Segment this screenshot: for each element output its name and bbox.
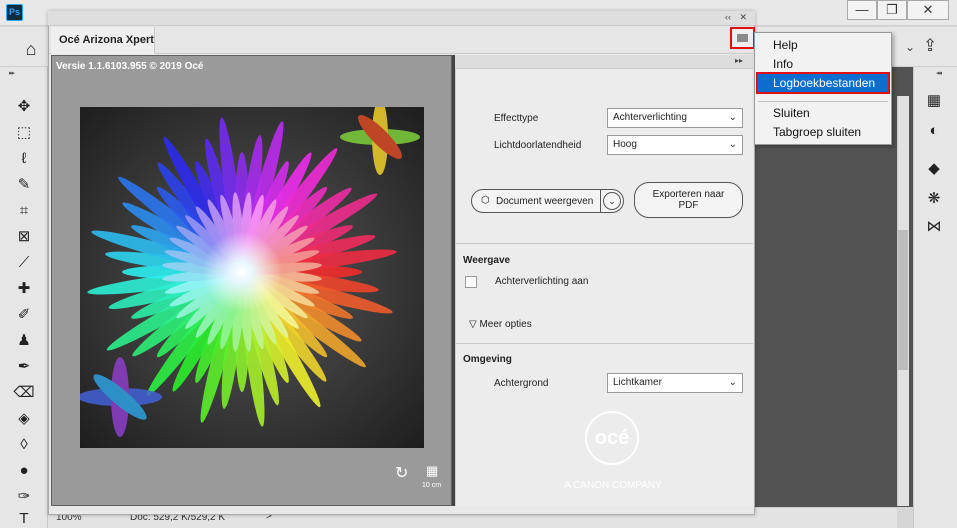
export-pdf-label-line1: Exporteren naar [652, 189, 725, 200]
transmittance-value: Hoog [613, 139, 637, 150]
oce-logo: océ [585, 411, 639, 465]
transmittance-label: Lichtdoorlatendheid [494, 140, 582, 151]
divider [455, 343, 753, 344]
background-value: Lichtkamer [613, 377, 662, 388]
brush-tool-icon[interactable]: ✐ [12, 304, 36, 326]
chevron-down-icon: ⌄ [728, 112, 737, 123]
transmittance-select[interactable]: Hoog ⌄ [607, 135, 743, 155]
menu-item-info[interactable]: Info [773, 57, 793, 71]
version-label: Versie 1.1.6103.955 © 2019 Océ [56, 61, 204, 72]
expand-icon[interactable]: ▸▸ [735, 56, 743, 65]
libraries-panel-icon[interactable]: ▦ [922, 90, 946, 112]
channels-panel-icon[interactable]: ❋ [922, 188, 946, 210]
menu-item-tabgroep-sluiten[interactable]: Tabgroep sluiten [773, 125, 861, 139]
paths-panel-icon[interactable]: ⋈ [922, 216, 946, 238]
dodge-tool-icon[interactable]: ● [12, 460, 36, 482]
panel-menu-button[interactable] [730, 27, 755, 49]
chevron-down-icon: ⌄ [728, 377, 737, 388]
adjustments-panel-icon[interactable]: ◐ [922, 120, 946, 142]
split-divider [600, 189, 601, 213]
divider [455, 243, 753, 244]
grid-icon[interactable]: ▦ [426, 463, 438, 479]
hamburger-icon [737, 34, 748, 42]
scale-label: 10 cm [422, 482, 442, 489]
history-brush-tool-icon[interactable]: ✒ [12, 356, 36, 378]
environment-section-title: Omgeving [463, 354, 512, 365]
view-document-label: Document weergeven [496, 196, 594, 207]
canon-company-tagline: A CANON COMPANY [564, 480, 662, 491]
tab-oce-arizona-xpert[interactable]: Océ Arizona Xpert [51, 27, 155, 54]
menu-item-help[interactable]: Help [773, 38, 798, 52]
backlight-on-label: Achterverlichting aan [495, 276, 589, 287]
dropdown-chevron-icon[interactable]: ⌄ [603, 192, 621, 210]
background-select[interactable]: Lichtkamer ⌄ [607, 373, 743, 393]
layers-panel-icon[interactable]: ◆ [922, 158, 946, 180]
close-window-button[interactable]: ✕ [907, 0, 949, 20]
settings-pane-header: ▸▸ [455, 55, 753, 69]
minimize-button[interactable]: — [847, 0, 877, 20]
menu-item-logboekbestanden[interactable]: Logboekbestanden [773, 76, 875, 90]
frame-tool-icon[interactable]: ⊠ [12, 226, 36, 248]
chevron-down-icon[interactable]: ⌄ [905, 40, 915, 54]
marquee-tool-icon[interactable]: ⬚ [12, 122, 36, 144]
quick-select-tool-icon[interactable]: ✎ [12, 174, 36, 196]
eraser-tool-icon[interactable]: ⌫ [12, 382, 36, 404]
more-options-toggle[interactable]: ▽ Meer opties [469, 319, 532, 330]
export-pdf-button[interactable]: Exporteren naar PDF [634, 182, 743, 218]
reset-view-icon[interactable]: ↻ [395, 463, 408, 483]
cube-icon: ⬡ [481, 195, 490, 206]
effect-type-value: Achterverlichting [613, 112, 687, 123]
menu-separator [758, 101, 888, 102]
share-icon[interactable]: ⇪ [923, 36, 937, 56]
eyedropper-tool-icon[interactable]: ⟋ [12, 252, 36, 274]
lasso-tool-icon[interactable]: ℓ [12, 148, 36, 170]
plugin-header-strip: ‹‹ ✕ [48, 11, 755, 26]
type-tool-icon[interactable]: T [12, 508, 36, 528]
preview-image[interactable] [80, 107, 424, 448]
export-pdf-label-line2: PDF [678, 200, 699, 211]
expand-toolbar-icon[interactable]: ▸▸ [9, 69, 15, 77]
effect-type-select[interactable]: Achterverlichting ⌄ [607, 108, 743, 128]
home-icon[interactable]: ⌂ [18, 37, 44, 61]
crop-tool-icon[interactable]: ⌗ [12, 200, 36, 222]
close-panel-icon[interactable]: ✕ [739, 12, 747, 23]
paint-bucket-tool-icon[interactable]: ◈ [12, 408, 36, 430]
photoshop-logo: Ps [6, 4, 23, 21]
view-document-button[interactable]: ⬡ Document weergeven ⌄ [471, 189, 624, 213]
effect-type-label: Effecttype [494, 113, 539, 124]
stamp-tool-icon[interactable]: ♟ [12, 330, 36, 352]
scrollbar-thumb[interactable] [898, 230, 908, 370]
pen-tool-icon[interactable]: ✑ [12, 486, 36, 508]
menu-item-sluiten[interactable]: Sluiten [773, 106, 810, 120]
blur-tool-icon[interactable]: ◊ [12, 434, 36, 456]
healing-brush-tool-icon[interactable]: ✚ [12, 278, 36, 300]
background-label: Achtergrond [494, 378, 549, 389]
move-tool-icon[interactable]: ✥ [12, 96, 36, 118]
chevron-down-icon: ⌄ [728, 139, 737, 150]
display-section-title: Weergave [463, 255, 511, 266]
backlight-on-checkbox[interactable] [465, 276, 477, 288]
maximize-button[interactable]: ❐ [877, 0, 907, 20]
collapse-panel-icon[interactable]: ‹‹ [725, 12, 731, 22]
expand-panels-icon[interactable]: ◂◂ [936, 69, 942, 77]
